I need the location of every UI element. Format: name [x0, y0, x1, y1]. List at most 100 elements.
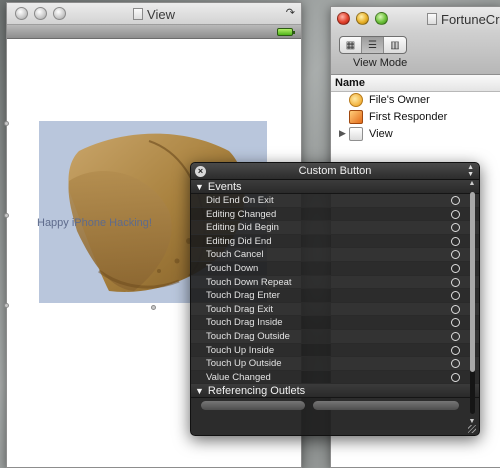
events-header-label: Events	[207, 181, 242, 193]
inspector-scrollbar[interactable]: ▲ ▼	[467, 180, 477, 425]
connection-circle-icon[interactable]	[451, 250, 460, 260]
minimize-window-button[interactable]	[356, 12, 369, 25]
connection-circle-icon[interactable]	[451, 223, 460, 233]
disclosure-triangle-icon[interactable]: ▶	[339, 128, 346, 139]
connection-circle-icon[interactable]	[451, 359, 460, 369]
connection-circle-icon[interactable]	[451, 209, 460, 219]
connection-circle-icon[interactable]	[451, 291, 460, 301]
name-column-header[interactable]: Name	[331, 75, 500, 92]
list-view-button[interactable]: ☰	[362, 37, 384, 53]
document-icon	[133, 8, 144, 20]
outlet-connection-pill[interactable]	[201, 401, 305, 411]
connection-circle-icon[interactable]	[451, 345, 460, 355]
battery-icon	[277, 28, 295, 36]
outlets-header-label: Referencing Outlets	[207, 385, 306, 398]
files-owner-icon	[349, 93, 363, 107]
event-row[interactable]: Touch Drag Enter	[191, 289, 479, 303]
event-label: Touch Drag Enter	[206, 290, 280, 302]
list-item[interactable]: File's Owner	[331, 92, 500, 109]
grid-icon: ▦	[345, 39, 356, 51]
connection-circle-icon[interactable]	[451, 372, 460, 382]
event-label: Editing Did Begin	[206, 222, 279, 234]
zoom-window-button[interactable]	[375, 12, 388, 25]
window-controls	[337, 12, 388, 25]
resize-handle[interactable]	[151, 305, 156, 310]
inspector-title: Custom Button	[298, 165, 372, 177]
referencing-outlets-section-header[interactable]: ▼ Referencing Outlets	[191, 384, 479, 399]
events-section-header[interactable]: ▼ Events	[191, 180, 479, 194]
event-row[interactable]: Touch Drag Exit	[191, 303, 479, 317]
connection-circle-icon[interactable]	[451, 318, 460, 328]
event-row[interactable]: Touch Cancel	[191, 248, 479, 262]
connection-circle-icon[interactable]	[451, 304, 460, 314]
document-toolbar: ▦ ☰ ▥ View Mode	[331, 31, 500, 75]
view-mode-segmented-control[interactable]: ▦ ☰ ▥	[339, 36, 407, 54]
event-label: Touch Drag Inside	[206, 317, 283, 329]
outlet-connection-row[interactable]	[191, 398, 479, 414]
connection-circle-icon[interactable]	[451, 331, 460, 341]
event-row[interactable]: Value Changed	[191, 371, 479, 385]
resize-handle[interactable]	[4, 303, 9, 308]
list-item[interactable]: First Responder	[331, 109, 500, 126]
event-row[interactable]: Touch Up Outside	[191, 357, 479, 371]
event-label: Editing Changed	[206, 208, 277, 220]
document-window-titlebar[interactable]: FortuneCr	[331, 7, 500, 31]
connection-circle-icon[interactable]	[451, 236, 460, 246]
happy-label[interactable]: Happy iPhone Hacking!	[37, 217, 152, 229]
event-label: Touch Cancel	[206, 249, 264, 261]
events-list: Did End On Exit Editing Changed Editing …	[191, 194, 479, 385]
resize-grip-icon[interactable]	[468, 425, 476, 433]
rotate-icon[interactable]: ↷	[286, 6, 295, 19]
up-down-arrows-icon[interactable]: ▲ ▼	[467, 164, 474, 178]
event-label: Touch Down Repeat	[206, 276, 292, 288]
event-row[interactable]: Touch Down Repeat	[191, 276, 479, 290]
inspector-titlebar[interactable]: × Custom Button ▲ ▼	[191, 163, 479, 180]
connection-circle-icon[interactable]	[451, 277, 460, 287]
view-window-title: View	[7, 7, 301, 22]
custom-button-inspector[interactable]: × Custom Button ▲ ▼ ▼ Events Did End On Ex…	[190, 162, 480, 436]
list-icon: ☰	[368, 39, 377, 51]
event-label: Touch Drag Exit	[206, 303, 274, 315]
close-window-button[interactable]	[337, 12, 350, 25]
scrollbar-thumb[interactable]	[470, 192, 475, 372]
event-row[interactable]: Touch Drag Inside	[191, 316, 479, 330]
connection-circle-icon[interactable]	[451, 263, 460, 273]
event-label: Value Changed	[206, 371, 271, 383]
event-label: Touch Down	[206, 262, 259, 274]
event-label: Editing Did End	[206, 235, 272, 247]
first-responder-icon	[349, 110, 363, 124]
event-row[interactable]: Touch Drag Outside	[191, 330, 479, 344]
view-object-icon	[349, 127, 363, 141]
connection-circle-icon[interactable]	[451, 196, 460, 205]
document-icon	[427, 13, 437, 25]
event-label: Touch Up Inside	[206, 344, 275, 356]
event-row[interactable]: Editing Did Begin	[191, 221, 479, 235]
scroll-down-arrow-icon[interactable]: ▼	[467, 418, 477, 425]
event-row[interactable]: Editing Changed	[191, 208, 479, 222]
list-item-label: First Responder	[369, 111, 448, 123]
disclosure-triangle-icon[interactable]: ▼	[195, 386, 204, 396]
event-row[interactable]: Touch Down	[191, 262, 479, 276]
event-label: Touch Drag Outside	[206, 330, 290, 342]
columns-icon: ▥	[390, 39, 400, 51]
event-row[interactable]: Editing Did End	[191, 235, 479, 249]
list-item-label: File's Owner	[369, 94, 430, 106]
document-window-title-text: FortuneCr	[441, 12, 500, 27]
list-item[interactable]: ▶ View	[331, 126, 500, 143]
event-row[interactable]: Did End On Exit	[191, 194, 479, 208]
outlet-connection-pill[interactable]	[313, 401, 459, 411]
resize-handle[interactable]	[4, 121, 9, 126]
document-window-title: FortuneCr	[427, 12, 500, 27]
disclosure-triangle-icon[interactable]: ▼	[195, 182, 204, 192]
event-row[interactable]: Touch Up Inside	[191, 344, 479, 358]
view-window-title-text: View	[147, 7, 175, 22]
column-view-button[interactable]: ▥	[384, 37, 406, 53]
icon-view-button[interactable]: ▦	[340, 37, 362, 53]
simulated-status-bar	[7, 25, 301, 39]
list-item-label: View	[369, 128, 393, 140]
view-mode-label: View Mode	[353, 57, 408, 69]
scroll-up-arrow-icon[interactable]: ▲	[467, 180, 477, 187]
resize-handle[interactable]	[4, 213, 9, 218]
view-window-titlebar[interactable]: View ↷	[7, 3, 301, 25]
event-label: Touch Up Outside	[206, 358, 282, 370]
